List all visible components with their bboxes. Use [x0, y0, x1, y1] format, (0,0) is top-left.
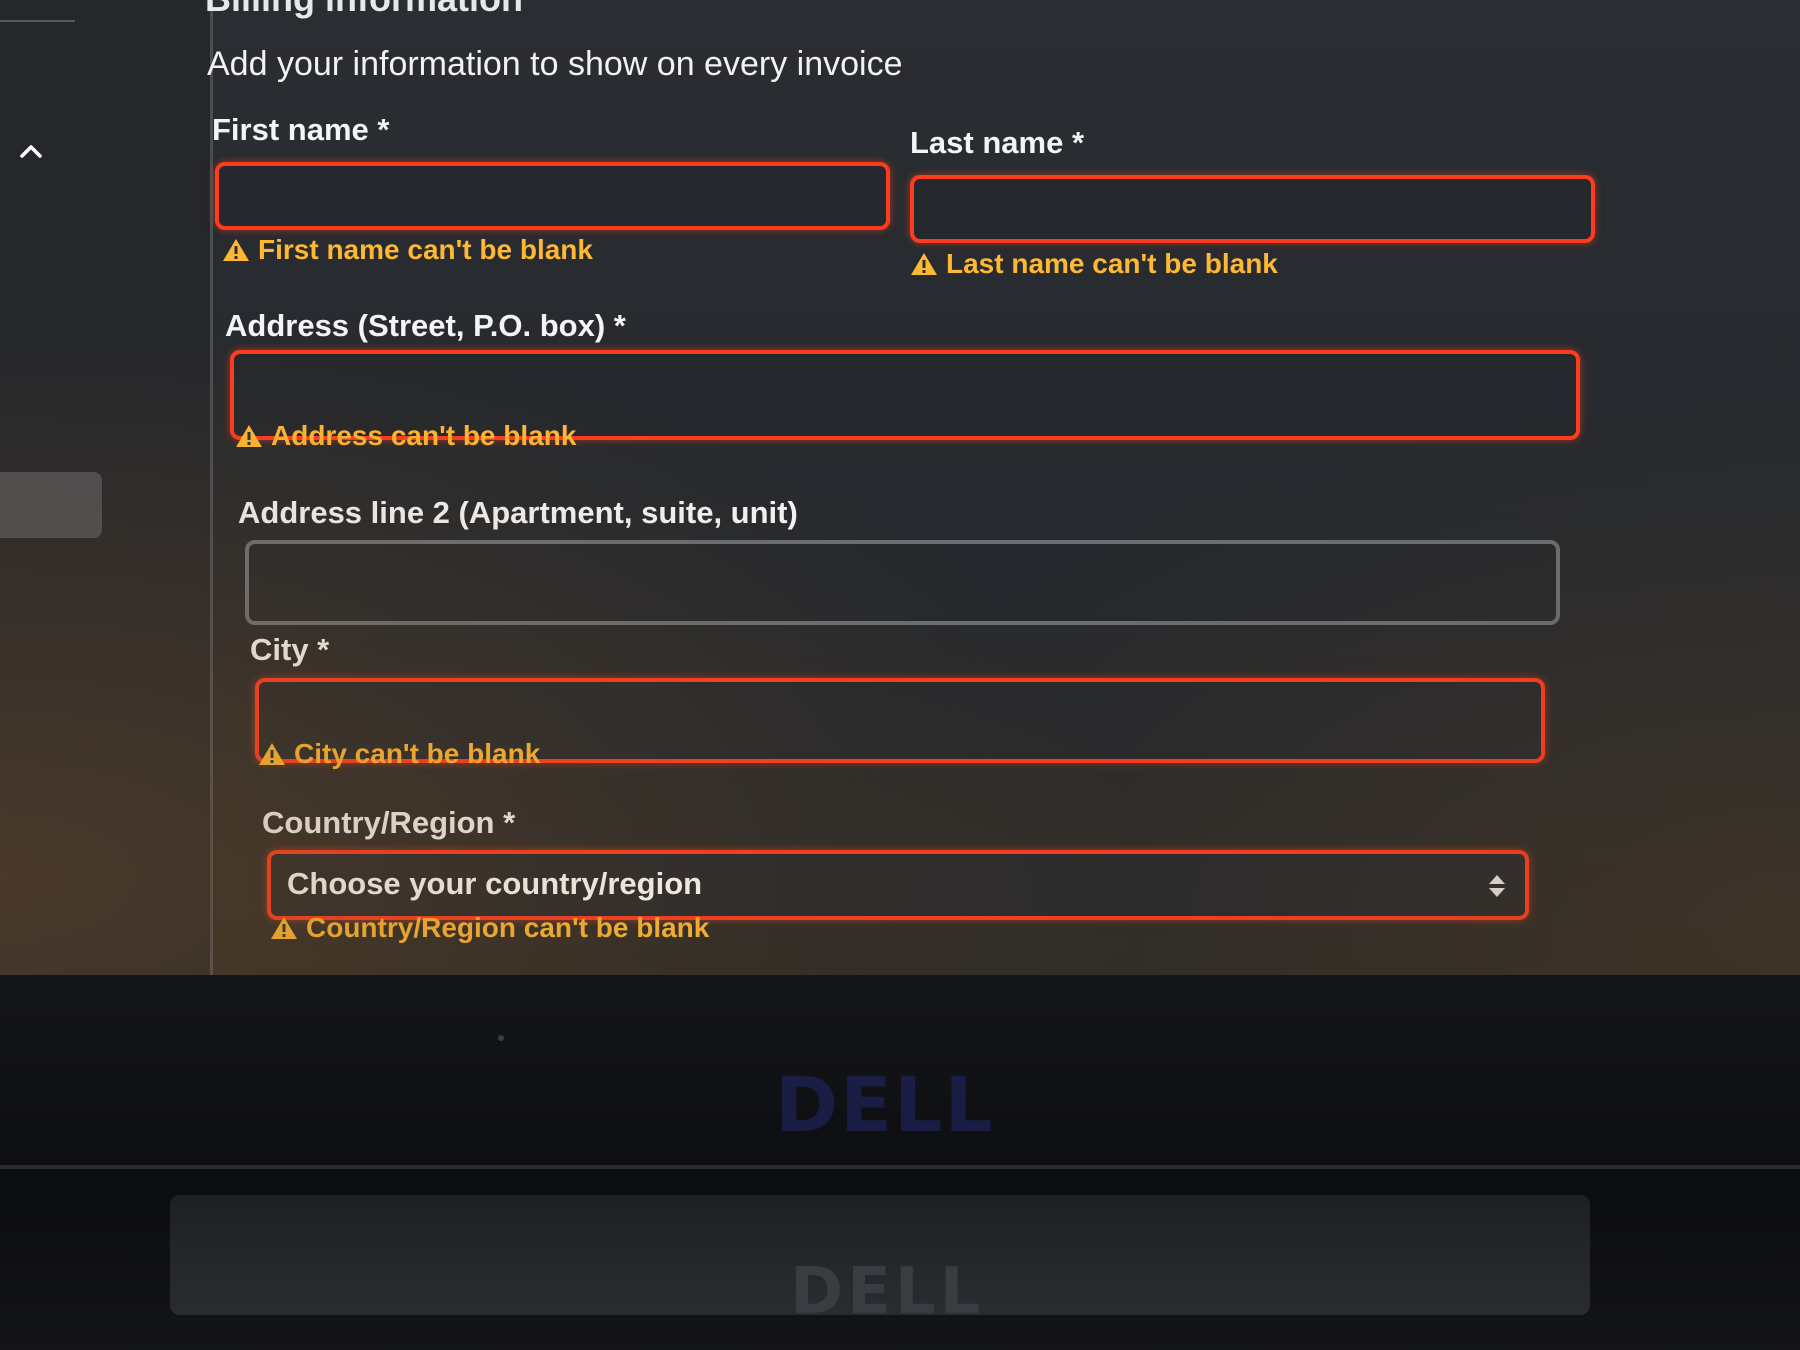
address-label: Address (Street, P.O. box) *	[225, 308, 626, 343]
city-error-text: City can't be blank	[294, 738, 541, 769]
first-name-input[interactable]	[219, 166, 886, 226]
country-select-value: Choose your country/region	[287, 866, 703, 901]
warning-triangle-icon	[911, 253, 937, 275]
warning-triangle-icon	[236, 425, 262, 447]
country-label: Country/Region *	[262, 805, 516, 840]
section-title: Billing information	[205, 0, 523, 20]
last-name-label: Last name *	[910, 125, 1085, 160]
first-name-error: First name can't be blank	[222, 234, 593, 266]
billing-form: Billing information Add your information…	[0, 0, 1800, 975]
last-name-error-text: Last name can't be blank	[946, 248, 1278, 279]
address-line-2-label: Address line 2 (Apartment, suite, unit)	[238, 495, 798, 530]
select-arrows-icon	[1489, 875, 1505, 897]
section-subtitle: Add your information to show on every in…	[207, 45, 903, 83]
last-name-field[interactable]	[910, 175, 1595, 243]
last-name-input[interactable]	[914, 179, 1591, 239]
warning-triangle-icon	[271, 917, 297, 939]
city-label: City *	[250, 632, 330, 667]
last-name-error: Last name can't be blank	[910, 248, 1278, 280]
address-line-2-input[interactable]	[249, 544, 1556, 621]
webcam	[498, 1035, 504, 1041]
country-error: Country/Region can't be blank	[270, 912, 709, 944]
warning-triangle-icon	[223, 239, 249, 261]
first-name-error-text: First name can't be blank	[258, 234, 593, 265]
first-name-label: First name *	[212, 112, 390, 147]
screen: Billing information Add your information…	[0, 0, 1800, 975]
address-error-text: Address can't be blank	[271, 420, 577, 451]
city-error: City can't be blank	[258, 738, 540, 770]
brand-logo: DELL	[775, 1060, 995, 1149]
country-error-text: Country/Region can't be blank	[306, 912, 710, 943]
country-select[interactable]: Choose your country/region	[267, 850, 1529, 920]
warning-triangle-icon	[259, 743, 285, 765]
address-line-2-field[interactable]	[245, 540, 1560, 625]
hinge-brand-logo: DELL	[790, 1255, 985, 1329]
bezel-edge	[0, 1165, 1800, 1169]
address-error: Address can't be blank	[235, 420, 576, 452]
first-name-field[interactable]	[215, 162, 890, 230]
